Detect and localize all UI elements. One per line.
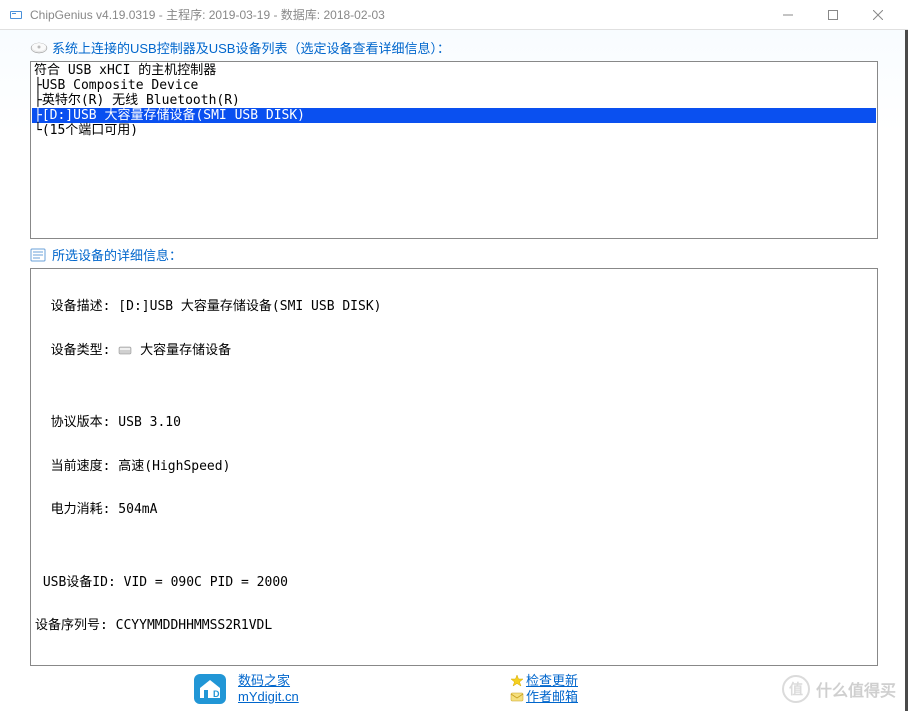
- watermark: 值 什么值得买: [782, 675, 896, 703]
- detail-device-desc: 设备描述: [D:]USB 大容量存储设备(SMI USB DISK): [35, 300, 873, 315]
- svg-text:D: D: [213, 689, 220, 699]
- bottom-bar: D 数码之家 mYdigit.cn 检查更新 作者邮箱: [30, 666, 878, 708]
- mydigit-url-link[interactable]: mYdigit.cn: [238, 689, 299, 705]
- mail-icon: [510, 690, 524, 704]
- detail-title: 所选设备的详细信息：: [52, 245, 182, 264]
- device-item[interactable]: ├英特尔(R) 无线 Bluetooth(R): [32, 93, 876, 108]
- app-icon: [8, 7, 24, 23]
- detail-panel[interactable]: 设备描述: [D:]USB 大容量存储设备(SMI USB DISK) 设备类型…: [30, 268, 878, 666]
- device-item[interactable]: ├[D:]USB 大容量存储设备(SMI USB DISK): [32, 108, 876, 123]
- window-title: ChipGenius v4.19.0319 - 主程序: 2019-03-19 …: [30, 6, 765, 23]
- check-update-link[interactable]: 检查更新: [526, 673, 578, 689]
- maximize-button[interactable]: [810, 1, 855, 29]
- device-item[interactable]: ├USB Composite Device: [32, 78, 876, 93]
- detail-protocol: 协议版本: USB 3.10: [35, 416, 873, 431]
- device-item[interactable]: └(15个端口可用): [32, 123, 876, 138]
- detail-serial: 设备序列号: CCYYMMDDHHMMSS2R1VDL: [35, 619, 873, 634]
- window-controls: [765, 1, 900, 29]
- watermark-badge: 值: [782, 675, 810, 703]
- content-area: 系统上连接的USB控制器及USB设备列表（选定设备查看详细信息）： 符合 USB…: [0, 30, 908, 711]
- watermark-text: 什么值得买: [816, 677, 896, 701]
- detail-power: 电力消耗: 504mA: [35, 503, 873, 518]
- close-button[interactable]: [855, 1, 900, 29]
- detail-icon: [30, 247, 48, 263]
- drive-icon: [30, 40, 48, 56]
- minimize-button[interactable]: [765, 1, 810, 29]
- titlebar: ChipGenius v4.19.0319 - 主程序: 2019-03-19 …: [0, 0, 908, 30]
- detail-speed: 当前速度: 高速(HighSpeed): [35, 460, 873, 475]
- bottom-left-links: D 数码之家 mYdigit.cn: [190, 670, 299, 708]
- mydigit-link[interactable]: 数码之家: [238, 673, 299, 689]
- house-icon: D: [190, 670, 230, 708]
- check-update-row: 检查更新: [510, 673, 578, 689]
- device-item[interactable]: 符合 USB xHCI 的主机控制器: [32, 63, 876, 78]
- device-list-header: 系统上连接的USB控制器及USB设备列表（选定设备查看详细信息）：: [30, 36, 878, 59]
- device-list[interactable]: 符合 USB xHCI 的主机控制器├USB Composite Device├…: [30, 61, 878, 239]
- detail-header: 所选设备的详细信息：: [30, 243, 878, 266]
- detail-usbid: USB设备ID: VID = 090C PID = 2000: [35, 576, 873, 591]
- detail-device-type: 设备类型: 大容量存储设备: [35, 344, 873, 359]
- device-list-title: 系统上连接的USB控制器及USB设备列表（选定设备查看详细信息）：: [52, 38, 450, 57]
- bottom-right-links: 检查更新 作者邮箱: [510, 673, 578, 705]
- author-email-row: 作者邮箱: [510, 689, 578, 705]
- storage-icon: [118, 344, 132, 356]
- star-icon: [510, 674, 524, 688]
- author-email-link[interactable]: 作者邮箱: [526, 689, 578, 705]
- mydigit-links: 数码之家 mYdigit.cn: [238, 673, 299, 705]
